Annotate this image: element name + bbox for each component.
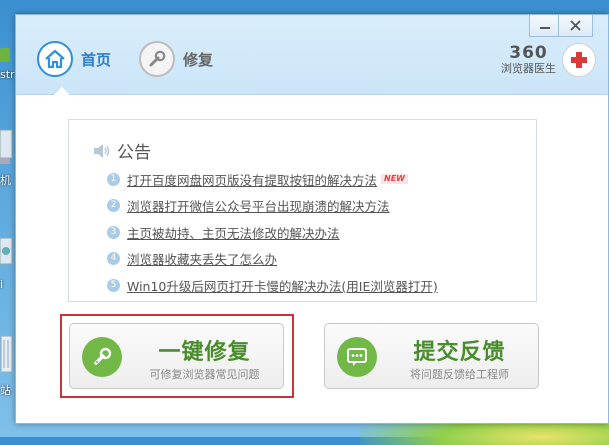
list-item: 4 浏览器收藏夹丢失了怎么办: [107, 246, 438, 273]
item-number: 2: [107, 199, 120, 213]
feedback-subtitle: 将问题反馈给工程师: [410, 368, 509, 381]
browser-doctor-window: 首页 修复 360 浏览器医生 公告 1 打开百度网盘网页版没有提取按钮的解决方…: [15, 14, 609, 424]
notice-link[interactable]: 主页被劫持、主页无法修改的解决办法: [127, 223, 340, 242]
minimize-button[interactable]: [529, 15, 559, 37]
submit-feedback-button[interactable]: 提交反馈 将问题反馈给工程师: [324, 323, 539, 389]
desktop-network-icon[interactable]: [0, 236, 14, 272]
tab-home[interactable]: 首页: [37, 41, 111, 77]
notice-link[interactable]: Win10升级后网页打开卡慢的解决办法(用IE浏览器打开): [127, 276, 438, 295]
list-item: 3 主页被劫持、主页无法修改的解决办法: [107, 219, 438, 246]
wrench-icon: [139, 41, 175, 77]
speaker-icon: [94, 143, 110, 158]
recycle-bin-icon[interactable]: [0, 332, 14, 376]
brand-subtitle: 浏览器医生: [501, 62, 556, 75]
item-number: 1: [107, 172, 120, 186]
notice-list: 1 打开百度网盘网页版没有提取按钮的解决方法 NEW 2 浏览器打开微信公众号平…: [107, 166, 438, 299]
notice-link[interactable]: 浏览器收藏夹丢失了怎么办: [127, 249, 277, 268]
tab-home-label: 首页: [81, 50, 112, 69]
notice-header: 公告: [93, 138, 151, 163]
home-icon: [37, 41, 73, 77]
notice-title: 公告: [117, 143, 151, 163]
tab-repair-label: 修复: [183, 50, 214, 69]
desktop-label: i: [0, 278, 4, 291]
item-number: 4: [107, 252, 120, 266]
medical-cross-icon: [562, 43, 596, 77]
repair-title: 一键修复: [158, 340, 251, 365]
new-badge: NEW: [381, 174, 408, 185]
feedback-title: 提交反馈: [413, 340, 506, 365]
notice-panel: 公告 1 打开百度网盘网页版没有提取按钮的解决方法 NEW 2 浏览器打开微信公…: [68, 119, 537, 302]
window-controls: [529, 15, 593, 37]
notice-link[interactable]: 浏览器打开微信公众号平台出现崩溃的解决方法: [127, 196, 390, 215]
desktop-label: 站: [0, 384, 11, 397]
desktop-label: 机: [0, 174, 11, 187]
notice-link[interactable]: 打开百度网盘网页版没有提取按钮的解决方法: [127, 170, 377, 189]
list-item: 5 Win10升级后网页打开卡慢的解决办法(用IE浏览器打开): [107, 272, 438, 299]
active-tab-pointer: [54, 87, 70, 95]
desktop-app-icon[interactable]: [0, 46, 14, 64]
close-icon: [570, 20, 581, 31]
one-click-repair-button[interactable]: 一键修复 可修复浏览器常见问题: [69, 323, 284, 389]
item-number: 5: [107, 278, 120, 292]
chat-bubble-icon: [337, 337, 377, 377]
desktop-computer-icon[interactable]: [0, 128, 14, 168]
list-item: 1 打开百度网盘网页版没有提取按钮的解决方法 NEW: [107, 166, 438, 193]
window-header: 首页 修复 360 浏览器医生: [16, 15, 608, 95]
repair-subtitle: 可修复浏览器常见问题: [149, 368, 260, 381]
close-button[interactable]: [559, 15, 593, 37]
brand: 360 浏览器医生: [501, 43, 596, 77]
brand-name: 360: [509, 43, 548, 63]
list-item: 2 浏览器打开微信公众号平台出现崩溃的解决方法: [107, 193, 438, 220]
item-number: 3: [107, 225, 120, 239]
tab-repair[interactable]: 修复: [139, 41, 213, 77]
wrench-icon: [82, 337, 122, 377]
